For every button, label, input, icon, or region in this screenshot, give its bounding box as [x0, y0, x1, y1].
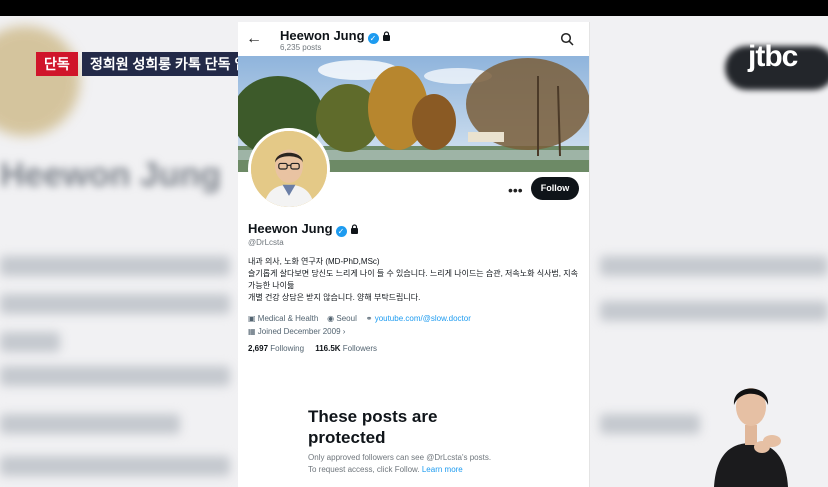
followers-label: Followers [342, 344, 378, 353]
followers-link[interactable]: 116.5K Followers [315, 344, 377, 353]
exclusive-tag: 단독 [36, 52, 78, 76]
website-item[interactable]: ⚭ youtube.com/@slow.doctor [366, 314, 471, 323]
back-arrow-icon[interactable]: ← [246, 30, 262, 48]
header-name: Heewon Jung [280, 28, 365, 43]
joined-date: Joined December 2009 [257, 327, 341, 336]
blurred-bio-line [600, 256, 828, 276]
profile-name-row: Heewon Jung ✓ [248, 221, 359, 237]
website-link[interactable]: youtube.com/@slow.doctor [375, 314, 471, 323]
briefcase-icon: ▣ [248, 314, 256, 323]
category-item: ▣ Medical & Health [248, 314, 318, 323]
profile-avatar[interactable] [248, 128, 330, 210]
blurred-bio-line [0, 366, 230, 386]
profile-meta: ▣ Medical & Health ◉ Seoul ⚭ youtube.com… [248, 312, 580, 338]
blurred-bio-line [0, 332, 60, 352]
blurred-name: Heewon Jung [0, 156, 222, 194]
following-link[interactable]: 2,697 Following [248, 344, 304, 353]
profile-header: ← Heewon Jung ✓ 6,235 posts [238, 22, 589, 56]
verified-badge-icon: ✓ [335, 226, 347, 237]
more-options-icon[interactable]: ••• [508, 182, 523, 198]
follow-stats: 2,697 Following 116.5K Followers [248, 344, 377, 353]
location-item: ◉ Seoul [327, 314, 357, 323]
broadcaster-logo: jtbc [748, 40, 798, 73]
protected-title: These posts are protected [308, 407, 438, 447]
profile-card: ← Heewon Jung ✓ 6,235 posts ••• Follow H… [238, 22, 590, 487]
post-count: 6,235 posts [280, 43, 322, 52]
profile-name: Heewon Jung [248, 221, 333, 236]
follow-button[interactable]: Follow [531, 177, 579, 200]
calendar-icon: ▦ [248, 327, 256, 336]
learn-more-link[interactable]: Learn more [422, 465, 463, 474]
bio-line: 슬기롭게 살다보면 당신도 느리게 나이 들 수 있습니다. 느리게 나이드는 … [248, 269, 578, 290]
bio-line: 개별 건강 상담은 받지 않습니다. 양해 부탁드립니다. [248, 293, 421, 302]
blurred-meta-line [0, 456, 230, 476]
link-icon: ⚭ [365, 314, 373, 323]
broadcast-top-bar [0, 0, 828, 16]
category-label: Medical & Health [257, 314, 319, 323]
location-label: Seoul [336, 314, 357, 323]
blurred-bio-line [0, 294, 230, 314]
header-name-row: Heewon Jung ✓ [280, 28, 391, 44]
blurred-bio-line [600, 301, 828, 321]
following-label: Following [270, 344, 305, 353]
profile-bio: 내과 의사, 노화 연구자 (MD-PhD,MSc) 슬기롭게 살다보면 당신도… [248, 256, 578, 304]
protected-message: Only approved followers can see @DrLcsta… [308, 452, 558, 476]
search-icon[interactable] [560, 32, 574, 46]
chevron-right-icon[interactable]: › [343, 327, 346, 336]
following-count: 2,697 [248, 344, 269, 353]
location-pin-icon: ◉ [327, 314, 335, 323]
profile-handle: @DrLcsta [248, 238, 284, 247]
followers-count: 116.5K [315, 344, 341, 353]
blurred-link-line [600, 414, 700, 434]
verified-badge-icon: ✓ [367, 33, 379, 44]
lock-icon [350, 224, 358, 234]
blurred-bio-line [0, 256, 230, 276]
bio-line: 내과 의사, 노화 연구자 (MD-PhD,MSc) [248, 257, 380, 266]
lock-icon [382, 31, 390, 41]
protected-line: Only approved followers can see @DrLcsta… [308, 453, 492, 462]
blurred-meta-line [0, 414, 180, 434]
sign-language-interpreter [714, 388, 788, 487]
blurred-avatar [0, 26, 80, 136]
protected-line: To request access, click Follow. [308, 465, 420, 474]
